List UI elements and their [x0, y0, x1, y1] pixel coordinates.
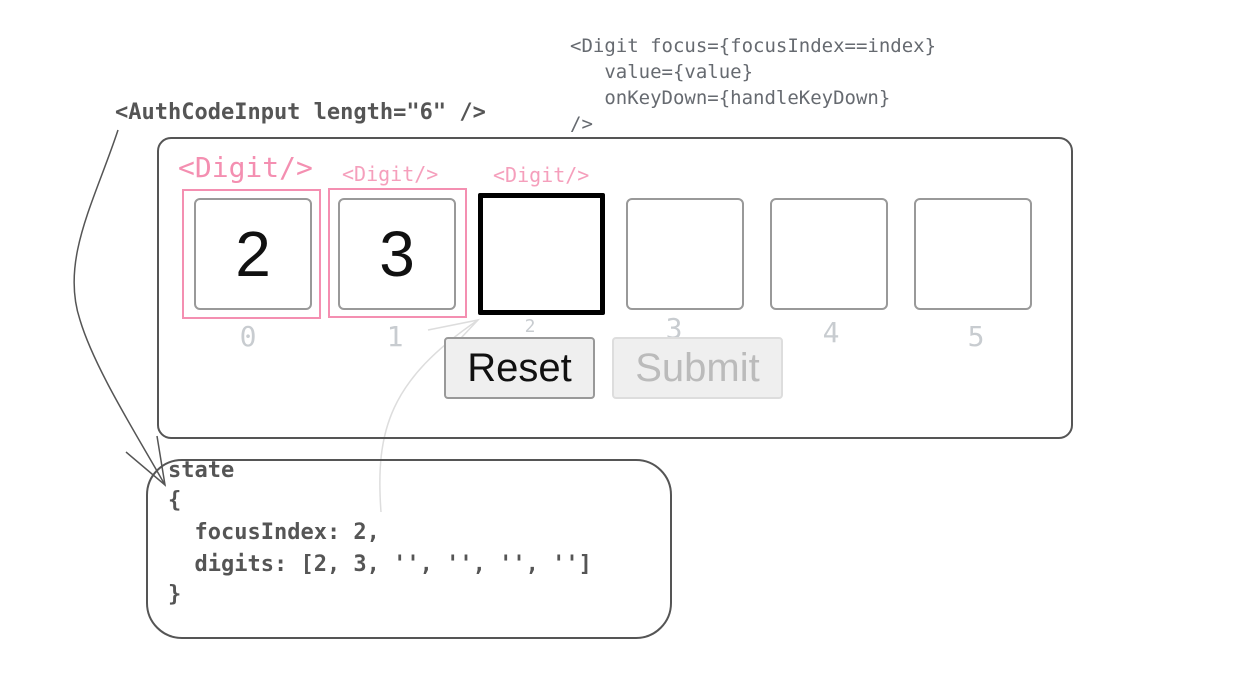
digit-tag-1: <Digit/> — [342, 162, 439, 186]
digit-tag-0: <Digit/> — [178, 151, 313, 184]
digit-input-3[interactable] — [626, 198, 744, 310]
index-label-4: 4 — [822, 316, 840, 349]
digit-props-line-2: value={value} — [570, 61, 754, 83]
submit-button[interactable]: Submit — [612, 337, 783, 399]
digit-input-2-focused[interactable] — [478, 193, 605, 315]
state-line-5: } — [168, 582, 182, 607]
component-label: <AuthCodeInput length="6" /> — [115, 100, 486, 125]
index-label-2: 2 — [524, 316, 536, 337]
digit-props-line-1: <Digit focus={focusIndex==index} — [570, 35, 937, 57]
component-to-state-arrow — [73, 129, 166, 486]
state-line-2: { — [168, 488, 182, 513]
state-line-3: focusIndex: 2, — [168, 520, 380, 545]
digit-tag-2: <Digit/> — [493, 163, 590, 187]
digit-input-4[interactable] — [770, 198, 888, 310]
index-label-1: 1 — [386, 320, 404, 353]
state-box — [146, 459, 672, 639]
diagram: <AuthCodeInput length="6" /> <Digit focu… — [0, 0, 1240, 694]
index-label-0: 0 — [239, 320, 257, 353]
state-line-1: state — [168, 458, 235, 483]
digit-input-0[interactable]: 2 — [194, 198, 312, 310]
state-line-4: digits: [2, 3, '', '', '', ''] — [168, 552, 592, 577]
digit-input-1[interactable]: 3 — [338, 198, 456, 310]
reset-button[interactable]: Reset — [444, 337, 595, 399]
digit-props-line-4: /> — [570, 113, 593, 135]
index-label-5: 5 — [967, 320, 985, 353]
digit-input-5[interactable] — [914, 198, 1032, 310]
digit-props-line-3: onKeyDown={handleKeyDown} — [570, 87, 891, 109]
